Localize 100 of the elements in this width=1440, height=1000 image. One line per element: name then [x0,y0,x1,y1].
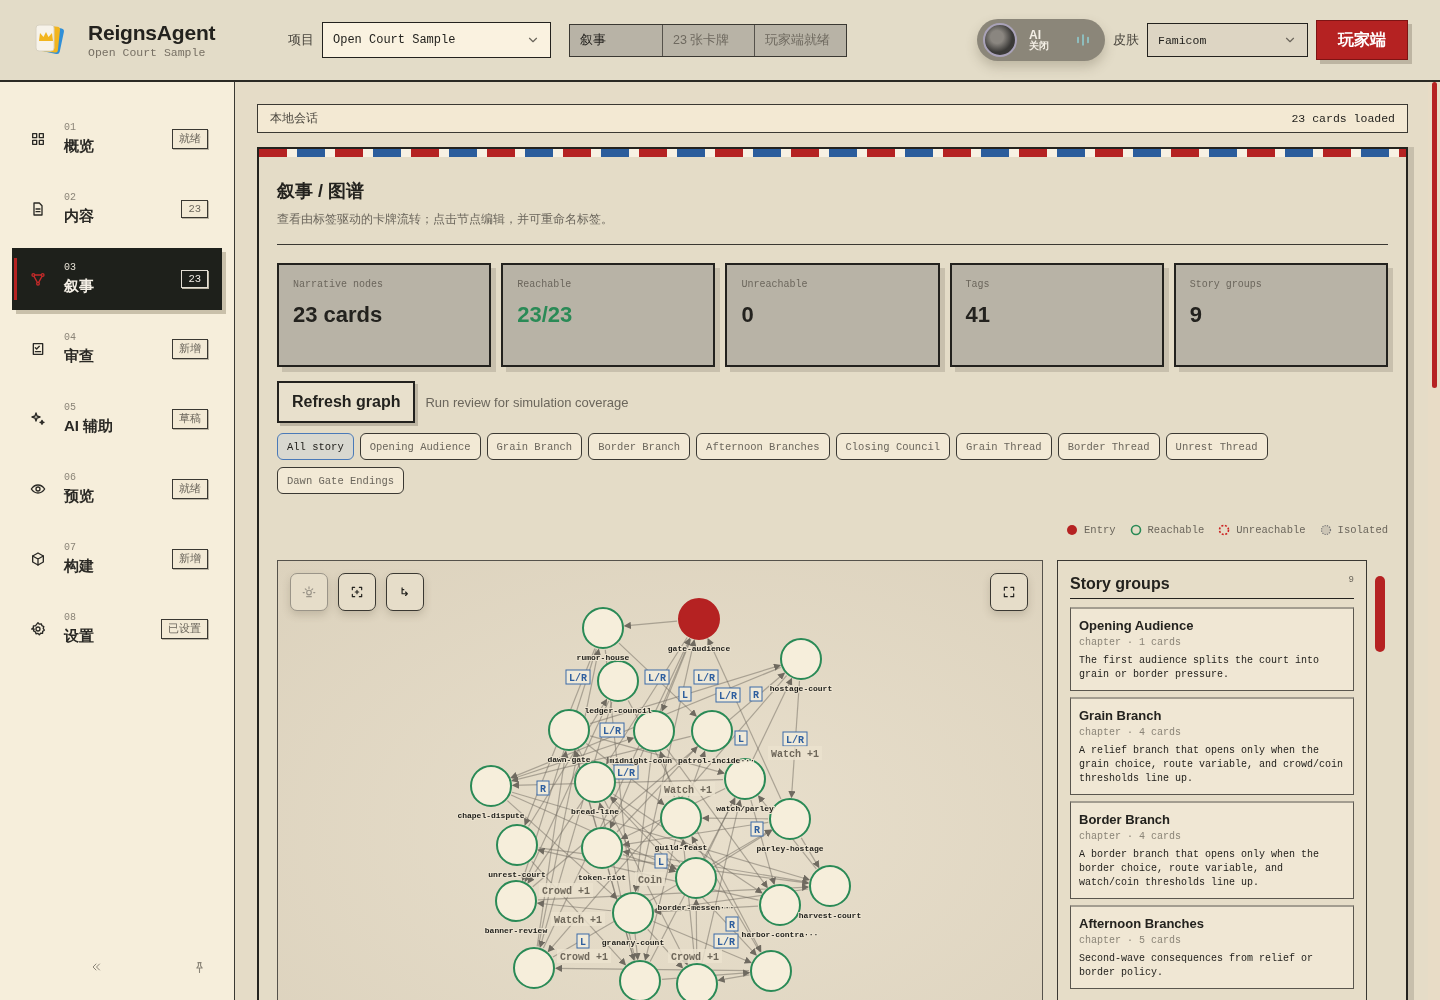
stat-value: 23 cards [293,302,384,328]
stat-label: Narrative nodes [293,279,384,290]
graph-node[interactable] [581,827,623,869]
refresh-button[interactable]: Refresh graph [277,381,416,423]
isolated-ring-icon [1319,524,1332,536]
status-badge: 草稿 [172,409,208,429]
item-label: 内容 [64,207,95,226]
stat-value: 9 [1189,302,1204,328]
filter-chip[interactable]: Unrest Thread [1165,433,1268,460]
filter-chip[interactable]: All story [277,433,354,460]
entry-dot-icon [1066,524,1079,536]
story-group-card[interactable]: Afternoon Branches chapter · 5 cards Second-wave consequences from relief or border policy. [1070,905,1354,989]
node-label: unrest-court [488,870,546,879]
pin-icon[interactable] [193,961,206,974]
item-label: 概览 [64,137,95,156]
group-meta: chapter · 1 cards [1079,637,1183,648]
graph-node[interactable] [582,607,624,649]
edge-badge: L [734,730,748,746]
group-meta: chapter · 4 cards [1079,727,1183,738]
sidebar-item[interactable]: 01 概览 就绪 [12,108,222,170]
settings-icon [30,621,46,637]
sidebar-item[interactable]: 06 预览 就绪 [12,458,222,520]
edge-badge: L/R [713,933,739,949]
graph-node[interactable] [750,950,792,992]
filter-chip[interactable]: Dawn Gate Endings [277,467,405,494]
group-name: Opening Audience [1079,618,1195,633]
graph-node[interactable] [678,598,720,640]
filter-chip[interactable]: Grain Thread [956,433,1052,460]
edge-badge: L/R [782,731,808,747]
graph-node[interactable] [597,660,639,702]
story-group-card[interactable]: Grain Branch chapter · 4 cards A relief branch that opens only when the grain choice, route variable, and crowd/coin thresholds line up. [1070,697,1354,795]
status-badge: 就绪 [172,129,208,149]
status-segment[interactable]: 叙事 [570,24,662,56]
node-label: ledger-council [584,706,652,715]
graph-node[interactable] [495,880,537,922]
sidebar-item[interactable]: 05 AI 辅助 草稿 [12,388,222,450]
stat-value: 41 [965,302,992,328]
filter-chip[interactable]: Border Branch [588,433,691,460]
ai-label: AI [1029,29,1041,41]
sidebar-item[interactable]: 08 设置 已设置 [12,598,222,660]
edge-effect-label: Crowd +1 [539,883,593,897]
edge-effect-label: Crowd +1 [668,949,722,963]
filter-chip[interactable]: Opening Audience [359,433,481,460]
groups-count: 9 [1348,575,1354,587]
graph-tool-button[interactable] [338,573,376,611]
filter-chip[interactable]: Grain Branch [486,433,583,460]
sidebar-item[interactable]: 07 构建 新增 [12,528,222,590]
item-label: AI 辅助 [64,417,115,436]
item-number: 06 [64,472,77,483]
toggle-knob [983,23,1017,57]
legend-label: Isolated [1337,524,1388,536]
group-name: Border Branch [1079,812,1172,827]
node-label: harvest-court [798,911,862,920]
fullscreen-button[interactable] [990,573,1028,611]
story-group-card[interactable]: Opening Audience chapter · 1 cards The first audience splits the court into grain or border pressure. [1070,607,1354,691]
node-label: bread-line [571,807,619,816]
collapse-icon[interactable] [90,961,102,973]
edge-badge: L [654,853,668,869]
item-label: 预览 [64,487,95,506]
sidebar-item[interactable]: 04 审查 新增 [12,318,222,380]
project-select[interactable]: Open Court Sample [322,22,551,58]
status-badge: 23 [181,200,208,218]
edge-badge: L [678,686,692,702]
graph-node[interactable] [470,765,512,807]
story-group-card[interactable]: Border Branch chapter · 4 cards A border branch that opens only when the border choice, route variable, and watch/coin thresholds line up. [1070,801,1354,899]
graph-node[interactable] [496,824,538,866]
graph-node[interactable] [619,960,661,1000]
item-number: 08 [64,612,77,623]
graph-node[interactable] [809,865,851,907]
cube-icon [30,551,46,567]
item-number: 07 [64,542,77,553]
node-label: chapel-dispute [457,811,525,820]
graph-tool-button[interactable] [386,573,424,611]
filter-chip[interactable]: Border Thread [1057,433,1160,460]
scroll-thumb[interactable] [1432,82,1437,388]
group-description: Second-wave consequences from relief or border policy. [1079,952,1315,980]
graph-node[interactable] [675,857,717,899]
page-scrollbar[interactable] [1428,82,1440,1000]
filter-chip[interactable]: Afternoon Branches [696,433,830,460]
stat-value: 23/23 [517,302,574,328]
filter-chip[interactable]: Closing Council [835,433,951,460]
graph-node[interactable] [612,892,654,934]
checklist-icon [30,341,46,357]
status-badge: 新增 [172,339,208,359]
graph-node[interactable] [660,797,702,839]
graph-node[interactable] [676,963,718,1000]
graph-node[interactable] [691,710,733,752]
item-label: 审查 [64,347,95,366]
graph-node[interactable] [513,947,555,989]
status-badge: 就绪 [172,479,208,499]
item-number: 05 [64,402,77,413]
node-label: harbor-contra··· [741,930,819,939]
skin-select[interactable]: Famicom [1147,23,1308,57]
node-label: dawn-gate [547,755,591,764]
panel-title: 叙事 / 图谱 [277,180,365,203]
graph-node[interactable] [780,638,822,680]
graph-node[interactable] [759,884,801,926]
stat-value: 0 [741,302,755,328]
scroll-thumb[interactable] [1375,576,1385,652]
sidebar-item[interactable]: 02 内容 23 [12,178,222,240]
